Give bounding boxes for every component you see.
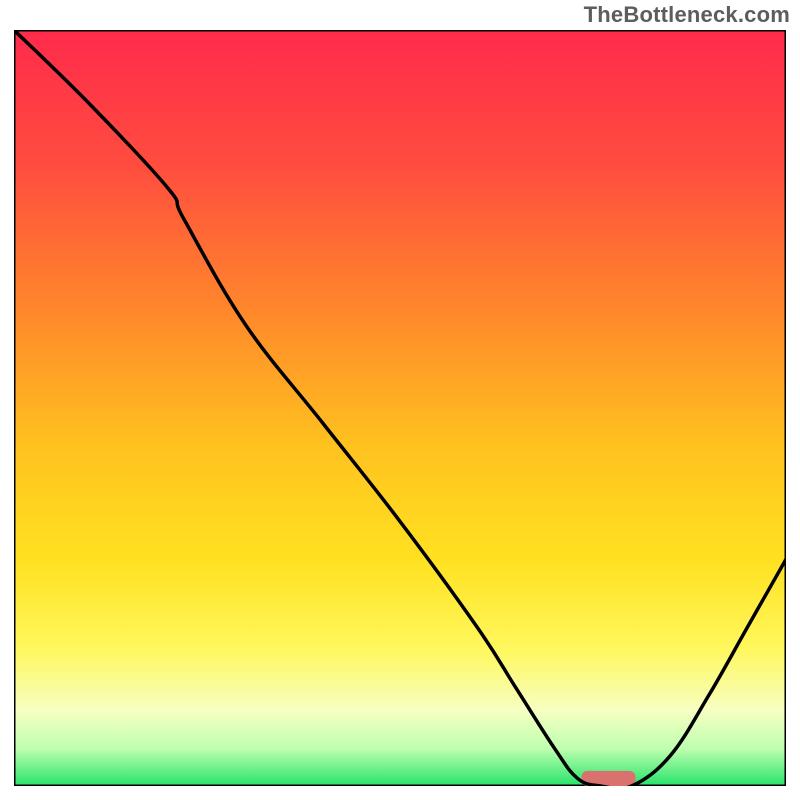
watermark-text: TheBottleneck.com <box>584 2 790 28</box>
chart-svg <box>14 30 786 786</box>
plot-area <box>14 30 786 786</box>
chart-frame: TheBottleneck.com <box>0 0 800 800</box>
